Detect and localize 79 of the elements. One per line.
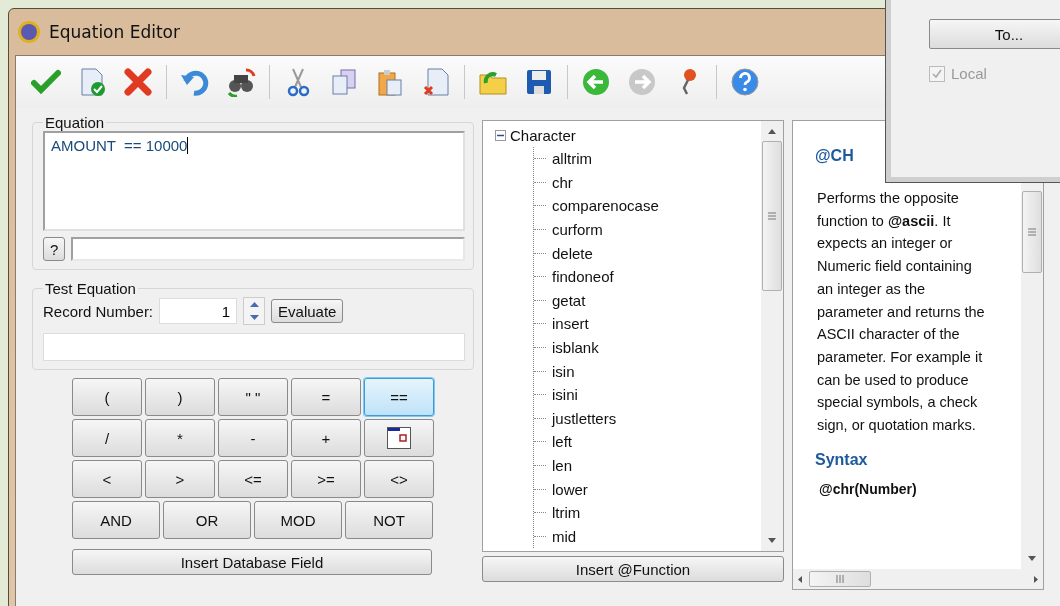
- operator-button[interactable]: <: [72, 460, 142, 498]
- result-field[interactable]: [43, 333, 465, 361]
- binoculars-icon: [226, 67, 256, 97]
- operator-button[interactable]: >=: [291, 460, 361, 498]
- copy-icon: [329, 67, 359, 97]
- left-arrow-icon: [797, 574, 803, 584]
- spin-button[interactable]: [243, 297, 266, 325]
- operator-button[interactable]: >: [145, 460, 215, 498]
- group-label: Equation: [44, 114, 106, 131]
- record-number-field[interactable]: 1: [159, 298, 238, 324]
- tree-item[interactable]: ltrim: [552, 504, 581, 522]
- tree-item[interactable]: mid: [552, 527, 577, 545]
- operator-button[interactable]: +: [291, 419, 361, 457]
- to-button[interactable]: To...: [929, 19, 1060, 49]
- grip-icon: [1028, 228, 1036, 236]
- grip-icon: [768, 212, 776, 220]
- local-label: Local: [951, 65, 987, 82]
- grip-icon: [836, 575, 844, 583]
- tree-item[interactable]: isin: [552, 362, 575, 380]
- evaluate-button[interactable]: Evaluate: [271, 299, 344, 323]
- operator-button[interactable]: MOD: [254, 501, 342, 539]
- tree-item[interactable]: left: [552, 433, 572, 451]
- right-arrow-icon: [1033, 574, 1039, 584]
- close-icon: [123, 67, 153, 97]
- down-arrow-icon: [1028, 556, 1036, 561]
- operator-button[interactable]: -: [218, 419, 288, 457]
- tree-item[interactable]: alltrim: [552, 150, 592, 168]
- tree-item[interactable]: chr: [552, 173, 573, 191]
- operator-button[interactable]: =: [291, 378, 361, 416]
- paste-icon: [375, 67, 405, 97]
- help-description: Performs the opposite function to @ascii. It expects an integer or Numeric field containing an integer as the parameter and returns the ASCII character of the parameter. For example it can be used to produce special symbols, a check sign, or quotation marks.: [817, 189, 985, 436]
- tree-item[interactable]: getat: [552, 291, 586, 309]
- operator-button[interactable]: *: [145, 419, 215, 457]
- operator-button[interactable]: (: [72, 378, 142, 416]
- insert-database-field-button[interactable]: Insert Database Field: [72, 549, 432, 575]
- tree-item[interactable]: comparenocase: [552, 197, 659, 215]
- tree-item[interactable]: insert: [552, 315, 589, 333]
- tree-item[interactable]: isini: [552, 386, 578, 404]
- tree-item[interactable]: lower: [552, 480, 588, 498]
- collapse-toggle[interactable]: [495, 129, 506, 141]
- message-field[interactable]: [71, 237, 465, 261]
- insert-function-button[interactable]: Insert @Function: [482, 556, 784, 582]
- window-title: Equation Editor: [49, 22, 180, 42]
- check-icon: [31, 67, 61, 97]
- document-delete-icon: [421, 67, 451, 97]
- help-heading: @CH: [815, 147, 855, 165]
- tree-item[interactable]: findoneof: [552, 268, 614, 286]
- operator-button[interactable]: ): [145, 378, 215, 416]
- app-logo-icon: [17, 20, 41, 44]
- syntax-heading: Syntax: [815, 450, 869, 469]
- syntax-text: @chr(Number): [819, 480, 918, 497]
- tree-item[interactable]: curform: [552, 221, 603, 239]
- operator-button[interactable]: OR: [163, 501, 251, 539]
- up-arrow-icon: [249, 302, 259, 307]
- vertical-scrollbar[interactable]: [761, 121, 783, 551]
- tree-node[interactable]: Character: [510, 126, 576, 144]
- save-icon: [524, 67, 554, 97]
- operator-button[interactable]: [364, 419, 434, 457]
- operator-button[interactable]: /: [72, 419, 142, 457]
- down-arrow-icon: [768, 538, 776, 543]
- operator-button[interactable]: <>: [364, 460, 434, 498]
- help-icon: [730, 67, 760, 97]
- tree-item[interactable]: justletters: [552, 409, 617, 427]
- calendar-icon: [387, 427, 411, 449]
- down-arrow-icon: [249, 315, 259, 320]
- record-number-label: Record Number:: [43, 302, 154, 320]
- help-button[interactable]: ?: [43, 237, 66, 261]
- operator-button[interactable]: NOT: [345, 501, 433, 539]
- operator-button[interactable]: ==: [364, 378, 434, 416]
- operator-button[interactable]: <=: [218, 460, 288, 498]
- tree-item[interactable]: isblank: [552, 339, 599, 357]
- equation-input[interactable]: AMOUNT == 10000: [43, 131, 465, 231]
- operator-button[interactable]: AND: [72, 501, 160, 539]
- operator-button[interactable]: " ": [218, 378, 288, 416]
- tree-item[interactable]: delete: [552, 244, 593, 262]
- horizontal-scrollbar[interactable]: [793, 569, 1043, 589]
- tree-item[interactable]: len: [552, 457, 573, 474]
- group-label: Test Equation: [44, 280, 137, 297]
- up-arrow-icon: [768, 129, 776, 134]
